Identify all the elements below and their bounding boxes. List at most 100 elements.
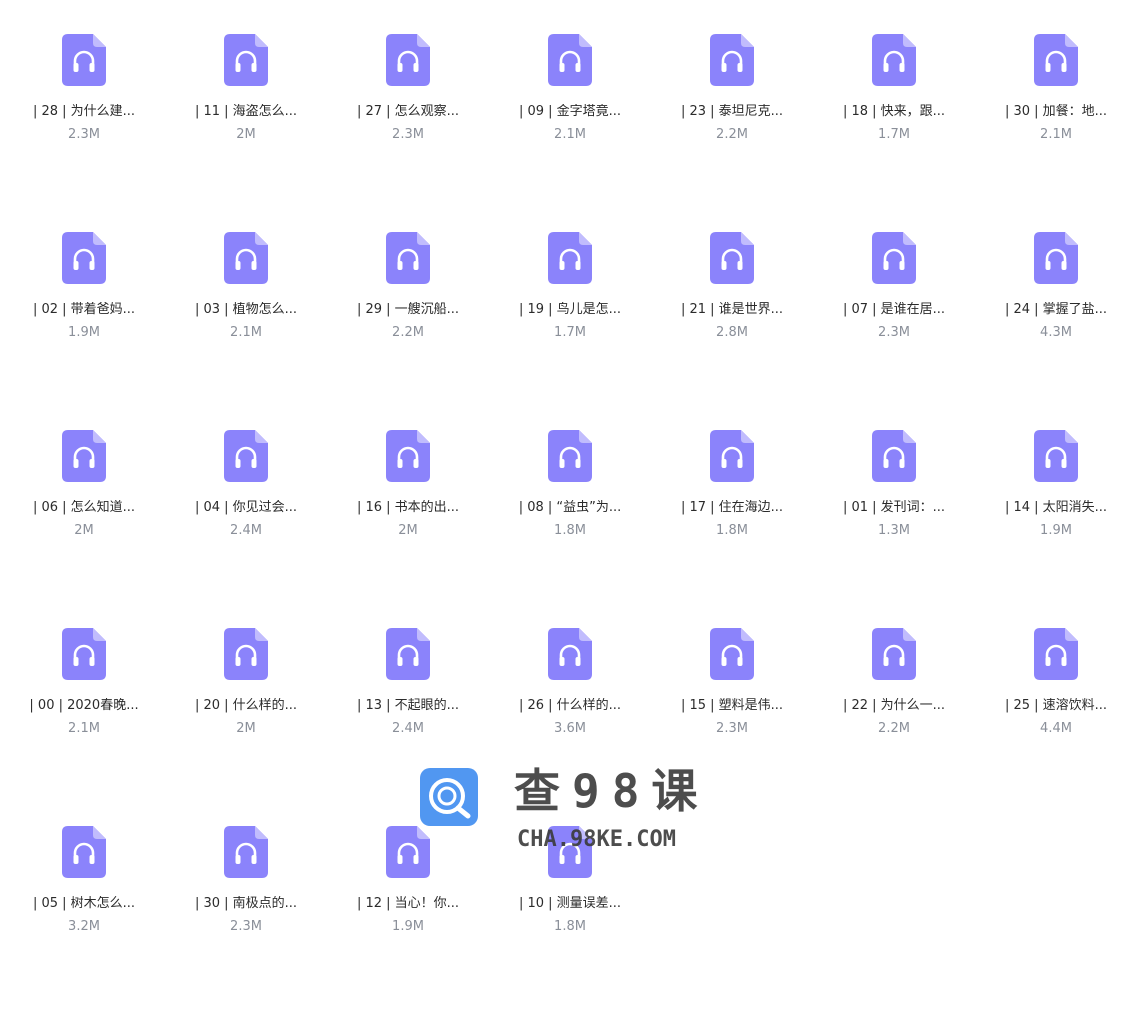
file-item[interactable]: | 30 | 加餐：地... 2.1M: [975, 34, 1126, 232]
file-item[interactable]: | 07 | 是谁在居... 2.3M: [813, 232, 975, 430]
file-name: | 07 | 是谁在居...: [842, 302, 946, 317]
file-size: 4.3M: [1040, 325, 1072, 340]
file-item[interactable]: | 16 | 书本的出... 2M: [327, 430, 489, 628]
audio-file-icon: [386, 232, 430, 284]
file-item[interactable]: | 29 | 一艘沉船... 2.2M: [327, 232, 489, 430]
audio-file-icon: [62, 430, 106, 482]
file-name: | 06 | 怎么知道...: [32, 500, 136, 515]
audio-file-icon: [872, 430, 916, 482]
file-name: | 18 | 快来，跟...: [842, 104, 946, 119]
file-size: 2M: [74, 523, 94, 538]
file-item[interactable]: | 24 | 掌握了盐... 4.3M: [975, 232, 1126, 430]
audio-file-icon: [1034, 232, 1078, 284]
file-name: | 08 | “益虫”为...: [518, 500, 622, 515]
file-name: | 00 | 2020春晚...: [29, 698, 139, 713]
file-size: 1.8M: [554, 919, 586, 934]
watermark: 查98课 CHA.98KE.COM: [420, 765, 720, 855]
file-item[interactable]: | 05 | 树木怎么... 3.2M: [3, 826, 165, 1024]
audio-file-icon: [1034, 34, 1078, 86]
file-item[interactable]: | 06 | 怎么知道... 2M: [3, 430, 165, 628]
audio-file-icon: [386, 34, 430, 86]
file-item[interactable]: | 22 | 为什么一... 2.2M: [813, 628, 975, 826]
file-name: | 13 | 不起眼的...: [356, 698, 460, 713]
audio-file-icon: [386, 430, 430, 482]
file-size: 1.7M: [554, 325, 586, 340]
audio-file-icon: [548, 430, 592, 482]
file-name: | 26 | 什么样的...: [518, 698, 622, 713]
file-item[interactable]: | 00 | 2020春晚... 2.1M: [3, 628, 165, 826]
file-size: 2.2M: [878, 721, 910, 736]
file-size: 2.2M: [392, 325, 424, 340]
file-item[interactable]: | 01 | 发刊词：... 1.3M: [813, 430, 975, 628]
file-name: | 19 | 鸟儿是怎...: [518, 302, 622, 317]
file-name: | 20 | 什么样的...: [194, 698, 298, 713]
audio-file-icon: [1034, 430, 1078, 482]
file-name: | 30 | 南极点的...: [194, 896, 298, 911]
file-size: 1.9M: [1040, 523, 1072, 538]
file-item[interactable]: | 18 | 快来，跟... 1.7M: [813, 34, 975, 232]
file-name: | 02 | 带着爸妈...: [32, 302, 136, 317]
audio-file-icon: [548, 232, 592, 284]
audio-file-icon: [1034, 628, 1078, 680]
audio-file-icon: [548, 628, 592, 680]
file-item[interactable]: | 21 | 谁是世界... 2.8M: [651, 232, 813, 430]
file-item[interactable]: | 03 | 植物怎么... 2.1M: [165, 232, 327, 430]
file-size: 2.3M: [230, 919, 262, 934]
file-item[interactable]: | 11 | 海盗怎么... 2M: [165, 34, 327, 232]
watermark-url: CHA.98KE.COM: [517, 827, 676, 852]
file-name: | 21 | 谁是世界...: [680, 302, 784, 317]
audio-file-icon: [62, 34, 106, 86]
audio-file-icon: [62, 826, 106, 878]
file-name: | 27 | 怎么观察...: [356, 104, 460, 119]
file-name: | 12 | 当心！你...: [356, 896, 460, 911]
audio-file-icon: [224, 34, 268, 86]
file-size: 1.7M: [878, 127, 910, 142]
file-size: 2.4M: [392, 721, 424, 736]
file-item[interactable]: | 08 | “益虫”为... 1.8M: [489, 430, 651, 628]
audio-file-icon: [872, 34, 916, 86]
audio-file-icon: [386, 628, 430, 680]
file-size: 2.8M: [716, 325, 748, 340]
file-item[interactable]: | 19 | 鸟儿是怎... 1.7M: [489, 232, 651, 430]
file-size: 2.3M: [68, 127, 100, 142]
file-size: 2.3M: [716, 721, 748, 736]
file-item[interactable]: | 12 | 当心！你... 1.9M: [327, 826, 489, 1024]
audio-file-icon: [224, 628, 268, 680]
file-name: | 17 | 住在海边...: [680, 500, 784, 515]
file-size: 2.1M: [68, 721, 100, 736]
file-item[interactable]: | 28 | 为什么建... 2.3M: [3, 34, 165, 232]
file-size: 2.1M: [230, 325, 262, 340]
file-item[interactable]: | 30 | 南极点的... 2.3M: [165, 826, 327, 1024]
audio-file-icon: [872, 232, 916, 284]
file-name: | 05 | 树木怎么...: [32, 896, 136, 911]
file-name: | 25 | 速溶饮料...: [1004, 698, 1108, 713]
audio-file-icon: [710, 232, 754, 284]
file-item[interactable]: | 27 | 怎么观察... 2.3M: [327, 34, 489, 232]
file-size: 2.2M: [716, 127, 748, 142]
file-name: | 28 | 为什么建...: [32, 104, 136, 119]
file-item[interactable]: | 17 | 住在海边... 1.8M: [651, 430, 813, 628]
file-item[interactable]: | 14 | 太阳消失... 1.9M: [975, 430, 1126, 628]
file-name: | 04 | 你见过会...: [194, 500, 298, 515]
file-item[interactable]: | 02 | 带着爸妈... 1.9M: [3, 232, 165, 430]
file-item[interactable]: | 23 | 泰坦尼克... 2.2M: [651, 34, 813, 232]
file-size: 1.9M: [68, 325, 100, 340]
watermark-title: 查98课: [514, 764, 710, 818]
file-size: 3.6M: [554, 721, 586, 736]
file-item[interactable]: | 04 | 你见过会... 2.4M: [165, 430, 327, 628]
file-item[interactable]: | 09 | 金字塔竟... 2.1M: [489, 34, 651, 232]
file-size: 1.3M: [878, 523, 910, 538]
audio-file-icon: [710, 628, 754, 680]
file-name: | 22 | 为什么一...: [842, 698, 946, 713]
file-size: 1.9M: [392, 919, 424, 934]
file-name: | 03 | 植物怎么...: [194, 302, 298, 317]
file-size: 4.4M: [1040, 721, 1072, 736]
file-item[interactable]: | 10 | 测量误差... 1.8M: [489, 826, 651, 1024]
file-size: 2M: [236, 127, 256, 142]
file-item[interactable]: | 25 | 速溶饮料... 4.4M: [975, 628, 1126, 826]
audio-file-icon: [224, 232, 268, 284]
audio-file-icon: [710, 430, 754, 482]
file-name: | 01 | 发刊词：...: [842, 500, 946, 515]
file-size: 2.1M: [1040, 127, 1072, 142]
file-item[interactable]: | 20 | 什么样的... 2M: [165, 628, 327, 826]
